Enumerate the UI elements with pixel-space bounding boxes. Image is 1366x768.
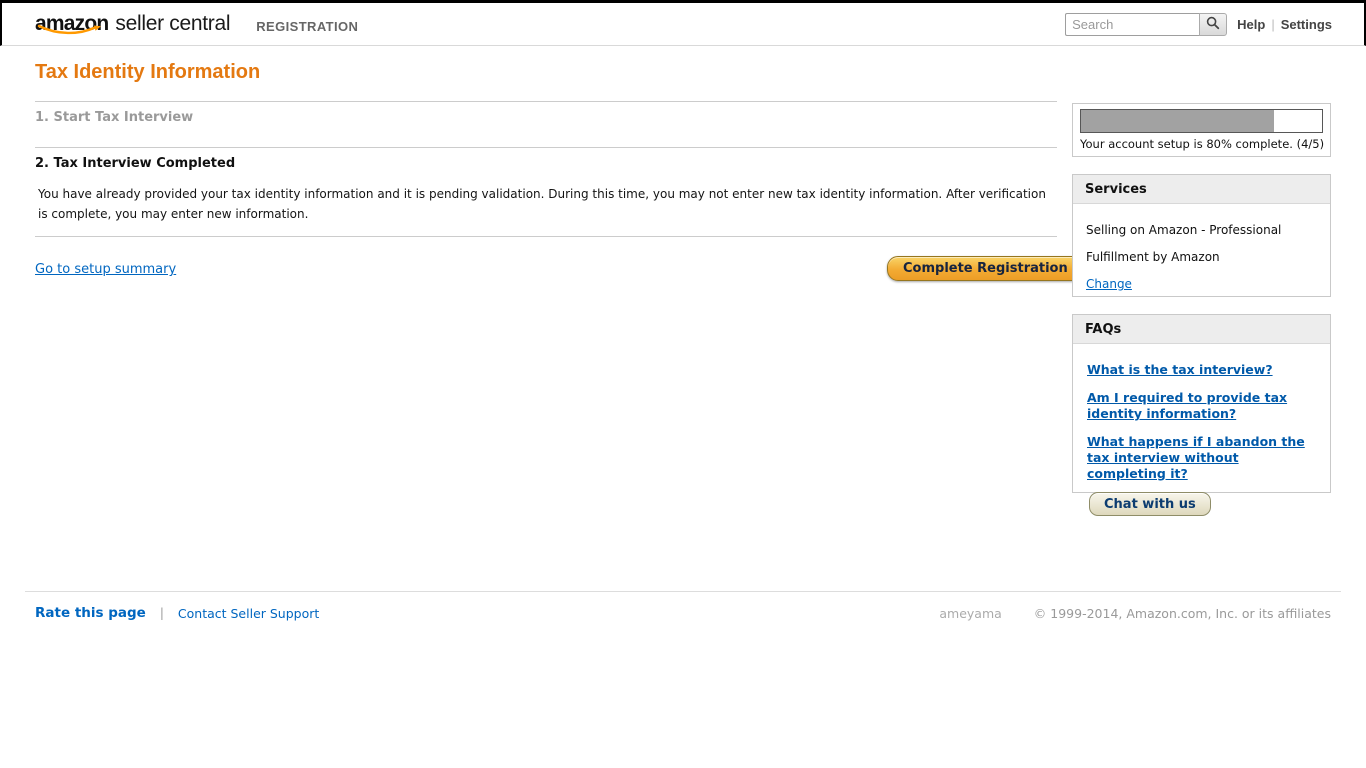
faq-link-what-is-tax-interview[interactable]: What is the tax interview? xyxy=(1087,362,1319,378)
faqs-box-title: FAQs xyxy=(1073,315,1330,344)
contact-seller-support-link[interactable]: Contact Seller Support xyxy=(178,606,319,621)
services-list: Selling on Amazon - Professional Fulfill… xyxy=(1073,204,1330,297)
chat-with-us-button[interactable]: Chat with us xyxy=(1089,492,1211,516)
section-divider xyxy=(35,147,1057,148)
section-divider xyxy=(35,101,1057,102)
change-services-link[interactable]: Change xyxy=(1086,277,1132,291)
footer: Rate this page | Contact Seller Support … xyxy=(0,605,1366,621)
step-2-tax-interview-completed: 2. Tax Interview Completed xyxy=(35,156,235,171)
section-divider xyxy=(35,236,1057,237)
header-link-divider: | xyxy=(1271,17,1274,32)
amazon-smile-icon xyxy=(37,17,103,41)
faqs-box: FAQs What is the tax interview? Am I req… xyxy=(1072,314,1331,493)
services-box: Services Selling on Amazon - Professiona… xyxy=(1072,174,1331,297)
search-icon xyxy=(1206,15,1220,34)
logged-in-user-name: ameyama xyxy=(939,606,1001,621)
search-button[interactable] xyxy=(1199,13,1227,36)
rate-this-page-link[interactable]: Rate this page xyxy=(35,605,146,621)
footer-divider xyxy=(25,591,1341,592)
amazon-logo-text: amazon xyxy=(35,12,108,36)
copyright-notice: © 1999-2014, Amazon.com, Inc. or its aff… xyxy=(1034,606,1331,621)
service-item-fulfillment-by-amazon: Fulfillment by Amazon xyxy=(1086,250,1317,264)
progress-status-text: Your account setup is 80% complete. (4/5… xyxy=(1080,137,1323,151)
service-item-selling-on-amazon: Selling on Amazon - Professional xyxy=(1086,223,1317,237)
faq-links-list: What is the tax interview? Am I required… xyxy=(1073,344,1330,522)
faq-link-am-i-required[interactable]: Am I required to provide tax identity in… xyxy=(1087,390,1319,422)
account-setup-progress-box: Your account setup is 80% complete. (4/5… xyxy=(1072,103,1331,157)
top-header: amazon seller central REGISTRATION xyxy=(0,0,1366,46)
go-to-setup-summary-link[interactable]: Go to setup summary xyxy=(35,262,176,277)
tax-interview-status-text: You have already provided your tax ident… xyxy=(38,184,1053,224)
complete-registration-button[interactable]: Complete Registration xyxy=(887,256,1084,281)
header-right-group: Help | Settings xyxy=(1065,13,1332,36)
footer-right-group: ameyama © 1999-2014, Amazon.com, Inc. or… xyxy=(939,606,1331,621)
search-input[interactable] xyxy=(1065,13,1199,36)
faq-link-abandon-interview[interactable]: What happens if I abandon the tax interv… xyxy=(1087,434,1319,482)
services-box-title: Services xyxy=(1073,175,1330,204)
page-title: Tax Identity Information xyxy=(35,61,260,84)
seller-central-logo-text: seller central xyxy=(115,12,230,36)
header-utility-links: Help | Settings xyxy=(1237,17,1332,32)
help-link[interactable]: Help xyxy=(1237,17,1265,32)
page: amazon seller central REGISTRATION xyxy=(0,0,1366,768)
progress-bar xyxy=(1080,109,1323,133)
progress-fill xyxy=(1081,110,1274,132)
settings-link[interactable]: Settings xyxy=(1281,17,1332,32)
step-1-start-tax-interview: 1. Start Tax Interview xyxy=(35,110,193,125)
amazon-seller-central-logo[interactable]: amazon seller central xyxy=(35,12,230,36)
registration-nav-label: REGISTRATION xyxy=(256,19,358,34)
footer-link-divider: | xyxy=(160,606,164,620)
